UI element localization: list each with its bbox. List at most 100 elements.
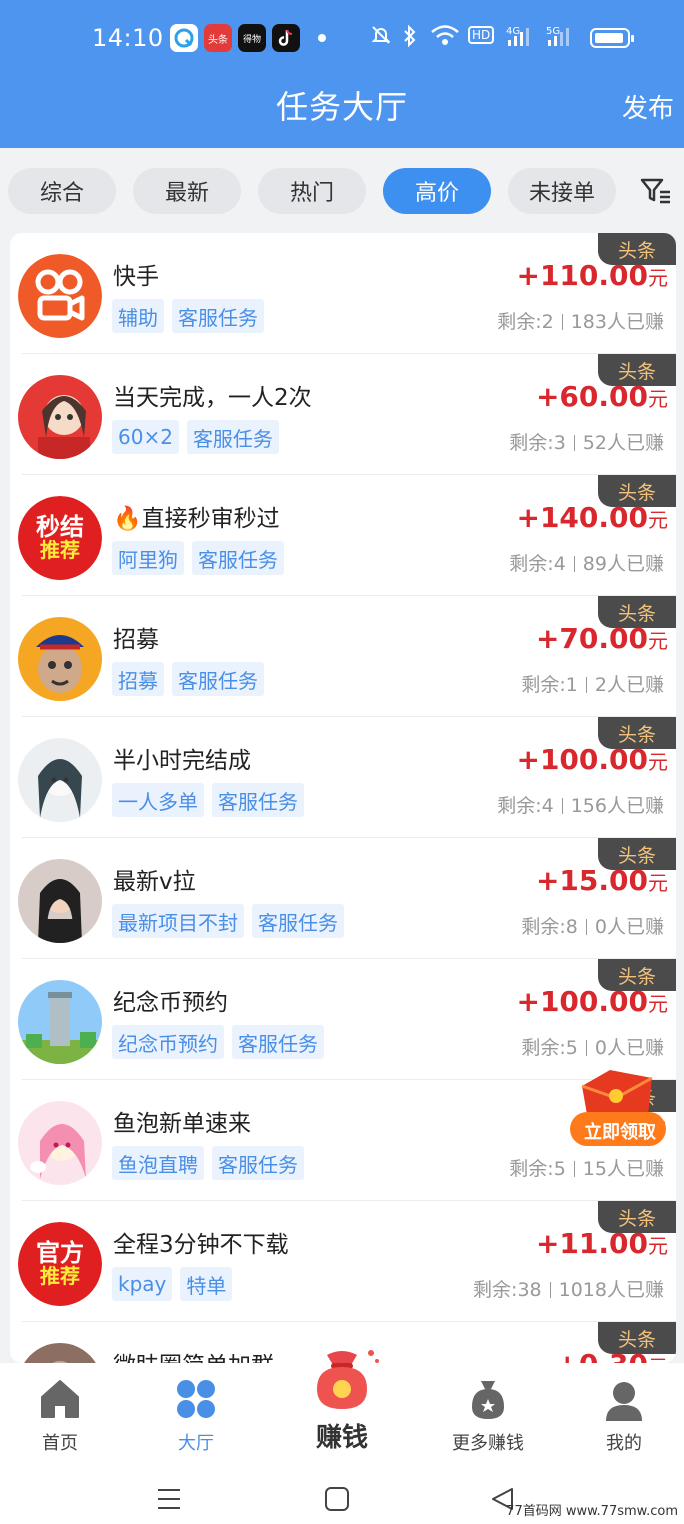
filter-tabs: 综合 最新 热门 高价 未接单 (0, 166, 684, 216)
publish-button[interactable]: 发布 (622, 88, 674, 125)
task-price: +110.00元 (516, 259, 668, 292)
task-tags: kpay 特单 (112, 1267, 233, 1301)
task-meta: 剩余:4 89人已赚 (509, 549, 664, 576)
task-price: +70.00元 (536, 622, 668, 655)
task-item[interactable]: 招募 招募 客服任务 头条 +70.00元 剩余:1 2人已赚 (10, 596, 676, 717)
earned-count: 156 (570, 795, 607, 817)
earned-suffix: 人已赚 (606, 1037, 664, 1059)
tab-home[interactable]: 首页 (0, 1377, 120, 1455)
tab-comprehensive[interactable]: 综合 (8, 168, 116, 214)
task-tags: 辅助 客服任务 (112, 299, 264, 333)
task-meta: 剩余:1 2人已赚 (521, 670, 664, 697)
signal-4g-icon: 4G (506, 24, 534, 53)
task-item[interactable]: 纪念币预约 纪念币预约 客服任务 头条 +100.00元 剩余:5 0人已赚 (10, 959, 676, 1080)
task-avatar (18, 980, 102, 1064)
bottom-tab-bar: 首页 大厅 赚钱 更多赚钱 我的 (0, 1350, 684, 1468)
qq-browser-icon (170, 24, 198, 52)
task-price: +15.00元 (536, 864, 668, 897)
avatar-text-top: 秒结 (36, 512, 84, 541)
remaining-count: 3 (553, 432, 566, 454)
task-meta: 剩余:5 15人已赚 (509, 1154, 664, 1181)
signal-5g-icon: 5G (546, 24, 574, 53)
price-unit: 元 (648, 508, 668, 532)
task-tag: 客服任务 (172, 662, 264, 696)
remaining-label: 剩余: (473, 1279, 518, 1301)
remaining-label: 剩余: (497, 311, 542, 333)
earned-count: 2 (594, 674, 607, 696)
earned-count: 52 (582, 432, 607, 454)
task-tags: 鱼泡直聘 客服任务 (112, 1146, 304, 1180)
task-meta: 剩余:8 0人已赚 (521, 912, 664, 939)
task-price: +100.00元 (516, 743, 668, 776)
task-item[interactable]: 最新v拉 最新项目不封 客服任务 头条 +15.00元 剩余:8 0人已赚 (10, 838, 676, 959)
tab-not-taken[interactable]: 未接单 (508, 168, 616, 214)
tab-hall[interactable]: 大厅 (136, 1377, 256, 1455)
task-tags: 60×2 客服任务 (112, 420, 279, 454)
task-title: 当天完成，一人2次 (113, 385, 312, 411)
task-tag: kpay (112, 1267, 173, 1301)
task-avatar (18, 617, 102, 701)
system-nav-bar: 77首码网 www.77smw.com (0, 1468, 684, 1524)
tab-high-price[interactable]: 高价 (383, 168, 491, 214)
task-tags: 一人多单 客服任务 (112, 783, 304, 817)
remaining-label: 剩余: (509, 432, 554, 454)
task-meta: 剩余:5 0人已赚 (521, 1033, 664, 1060)
mute-icon (370, 24, 392, 51)
watermark-text: 77首码网 www.77smw.com (506, 1504, 678, 1519)
task-avatar: 官方 推荐 (18, 1222, 102, 1306)
task-title: 纪念币预约 (113, 990, 228, 1016)
task-avatar (18, 1343, 102, 1363)
task-list: 快手 辅助 客服任务 头条 +110.00元 剩余:2 183人已赚 当天完成，一人2次 60×… (10, 233, 676, 1363)
task-price: +11.00元 (536, 1227, 668, 1260)
task-item[interactable]: 秒结 推荐 🔥直接秒审秒过 阿里狗 客服任务 头条 +140.00元 剩余:4 89人已赚 (10, 475, 676, 596)
filter-icon[interactable] (640, 176, 672, 206)
earned-count: 1018 (558, 1279, 607, 1301)
task-tag: 客服任务 (212, 783, 304, 817)
price-unit: 元 (648, 387, 668, 411)
task-item[interactable]: 官方 推荐 全程3分钟不下载 kpay 特单 头条 +11.00元 剩余:38 1018人已赚 (10, 1201, 676, 1322)
task-price: +100.00元 (516, 985, 668, 1018)
price-amount: +110.00 (516, 259, 648, 292)
task-tag: 60×2 (112, 420, 179, 454)
task-avatar (18, 859, 102, 943)
task-item[interactable]: 当天完成，一人2次 60×2 客服任务 头条 +60.00元 剩余:3 52人已赚 (10, 354, 676, 475)
grid-icon (174, 1377, 218, 1421)
price-amount: +60.00 (535, 380, 648, 413)
remaining-count: 1 (565, 674, 578, 696)
status-bar: 14:10 头条 得物 HD 4G 5G (0, 18, 684, 58)
price-unit: 元 (648, 871, 668, 895)
red-packet-button[interactable]: 立即领取 (568, 1064, 668, 1150)
tab-more-earn[interactable]: 更多赚钱 (428, 1377, 548, 1455)
tab-mine[interactable]: 我的 (564, 1377, 684, 1455)
price-unit: 元 (648, 992, 668, 1016)
earned-count: 183 (570, 311, 607, 333)
home-square-icon[interactable] (324, 1486, 350, 1516)
remaining-count: 38 (517, 1279, 542, 1301)
remaining-label: 剩余: (521, 674, 566, 696)
task-tag: 特单 (180, 1267, 233, 1301)
avatar-text-bottom: 推荐 (40, 1264, 80, 1289)
task-tags: 纪念币预约 客服任务 (112, 1025, 324, 1059)
app-header: 14:10 头条 得物 HD 4G 5G 任务大厅 发布 (0, 0, 684, 148)
remaining-label: 剩余: (521, 916, 566, 938)
dewu-icon: 得物 (238, 24, 266, 52)
more-notifications-dot (318, 34, 326, 42)
tab-latest[interactable]: 最新 (133, 168, 241, 214)
tab-hot[interactable]: 热门 (258, 168, 366, 214)
task-price: +0.30元 (555, 1348, 668, 1363)
remaining-label: 剩余: (521, 1037, 566, 1059)
task-price: +60.00元 (536, 380, 668, 413)
task-item[interactable]: 快手 辅助 客服任务 头条 +110.00元 剩余:2 183人已赚 (10, 233, 676, 354)
task-tag: 客服任务 (212, 1146, 304, 1180)
bluetooth-icon (402, 24, 418, 53)
tab-earn[interactable]: 赚钱 (298, 1345, 386, 1454)
earned-count: 15 (582, 1158, 607, 1180)
menu-icon[interactable] (156, 1486, 182, 1516)
tab-earn-label: 赚钱 (315, 1423, 368, 1453)
task-tags: 招募 客服任务 (112, 662, 264, 696)
price-amount: +0.30 (555, 1348, 648, 1363)
earned-suffix: 人已赚 (606, 1158, 664, 1180)
price-unit: 元 (648, 1234, 668, 1258)
tab-hall-label: 大厅 (178, 1433, 214, 1454)
task-item[interactable]: 半小时完结成 一人多单 客服任务 头条 +100.00元 剩余:4 156人已赚 (10, 717, 676, 838)
